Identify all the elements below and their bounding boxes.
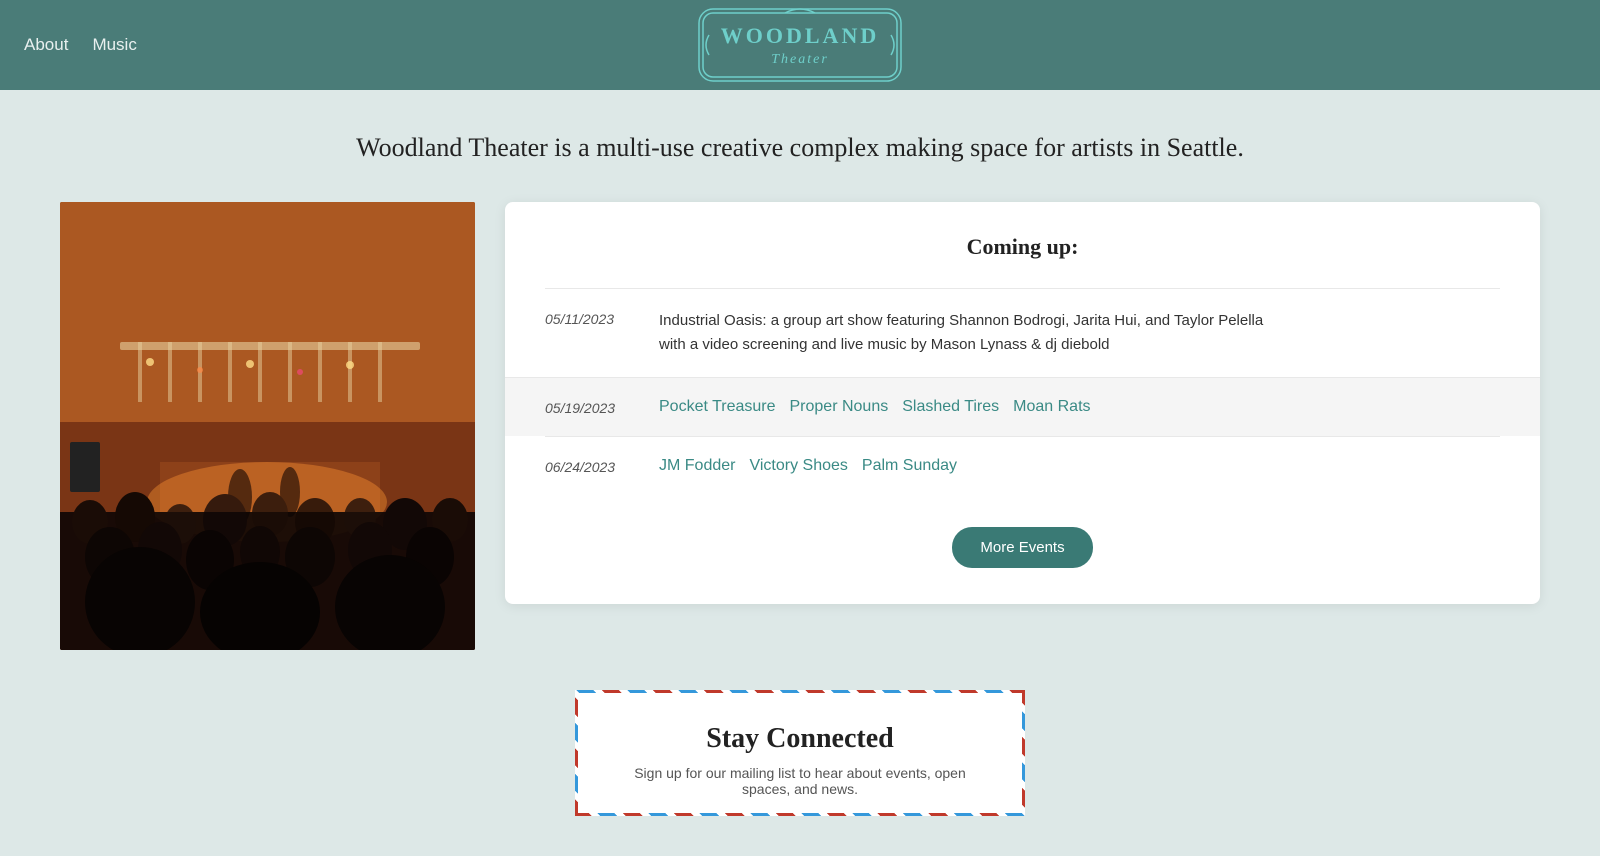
- artist-moan-rats[interactable]: Moan Rats: [1013, 398, 1090, 416]
- event-artists-3: JM Fodder Victory Shoes Palm Sunday: [659, 457, 1500, 475]
- artist-proper-nouns[interactable]: Proper Nouns: [790, 398, 889, 416]
- event-desc-1-line1: Industrial Oasis: a group art show featu…: [659, 309, 1500, 333]
- event-desc-1-line2: with a video screening and live music by…: [659, 333, 1500, 357]
- main-content: Woodland Theater is a multi-use creative…: [0, 90, 1600, 856]
- event-details-1: Industrial Oasis: a group art show featu…: [659, 309, 1500, 357]
- artist-pocket-treasure[interactable]: Pocket Treasure: [659, 398, 776, 416]
- event-date-3: 06/24/2023: [545, 457, 635, 475]
- nav-music[interactable]: Music: [92, 35, 136, 55]
- more-events-wrap: More Events: [545, 527, 1500, 568]
- navigation: About Music WOODLAND Theater: [0, 0, 1600, 90]
- events-card: Coming up: 05/11/2023 Industrial Oasis: …: [505, 202, 1540, 604]
- event-date-1: 05/11/2023: [545, 309, 635, 327]
- event-details-2: Pocket Treasure Proper Nouns Slashed Tir…: [659, 398, 1500, 416]
- event-date-2: 05/19/2023: [545, 398, 635, 416]
- more-events-button[interactable]: More Events: [952, 527, 1092, 568]
- content-row: Coming up: 05/11/2023 Industrial Oasis: …: [60, 202, 1540, 650]
- svg-text:WOODLAND: WOODLAND: [721, 23, 879, 48]
- artist-victory-shoes[interactable]: Victory Shoes: [749, 457, 847, 475]
- stay-connected-subtitle: Sign up for our mailing list to hear abo…: [618, 765, 982, 797]
- venue-photo: [60, 202, 475, 650]
- svg-text:Theater: Theater: [771, 52, 829, 67]
- nav-about[interactable]: About: [24, 35, 68, 55]
- stay-connected-title: Stay Connected: [618, 723, 982, 755]
- coming-up-title: Coming up:: [545, 234, 1500, 260]
- event-row-2: 05/19/2023 Pocket Treasure Proper Nouns …: [505, 377, 1540, 436]
- mail-envelope: Stay Connected Sign up for our mailing l…: [575, 690, 1025, 816]
- tagline: Woodland Theater is a multi-use creative…: [60, 130, 1540, 166]
- artist-jm-fodder[interactable]: JM Fodder: [659, 457, 735, 475]
- logo: WOODLAND Theater: [695, 5, 905, 85]
- artist-slashed-tires[interactable]: Slashed Tires: [902, 398, 999, 416]
- event-row-3: 06/24/2023 JM Fodder Victory Shoes Palm …: [545, 436, 1500, 495]
- event-artists-2: Pocket Treasure Proper Nouns Slashed Tir…: [659, 398, 1500, 416]
- logo-svg: WOODLAND Theater: [695, 5, 905, 85]
- event-details-3: JM Fodder Victory Shoes Palm Sunday: [659, 457, 1500, 475]
- artist-palm-sunday[interactable]: Palm Sunday: [862, 457, 957, 475]
- stay-connected-section: Stay Connected Sign up for our mailing l…: [60, 690, 1540, 816]
- venue-photo-svg: [60, 202, 475, 650]
- event-row: 05/11/2023 Industrial Oasis: a group art…: [545, 288, 1500, 377]
